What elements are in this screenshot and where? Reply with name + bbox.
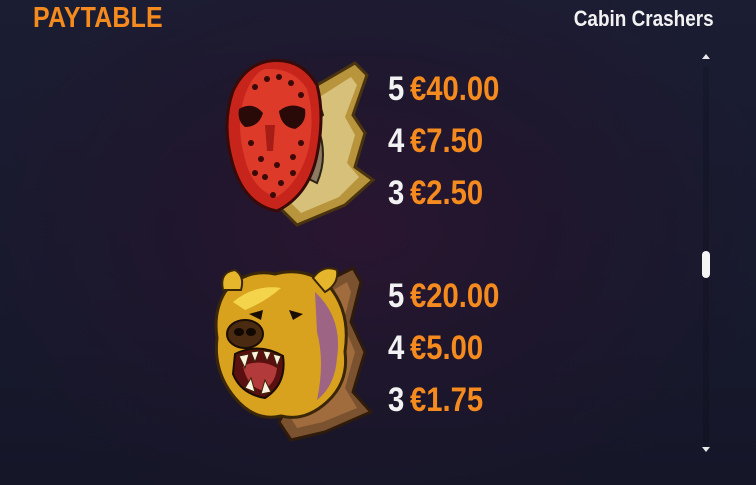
payout-amount: €1.75 <box>410 380 484 419</box>
symbol-count: 4 <box>388 121 405 160</box>
payout-amount: €2.50 <box>410 173 484 212</box>
scroll-thumb[interactable] <box>702 251 710 278</box>
hockey-mask-trophy-icon <box>225 59 376 227</box>
payout-amount: €5.00 <box>410 328 484 367</box>
symbol-row-hockey-mask: 5 €40.00 4 €7.50 3 €2.50 <box>0 55 680 265</box>
payout-line: 3 €1.75 <box>388 374 514 426</box>
paytable-title: PAYTABLE <box>33 2 163 34</box>
payout-amount: €40.00 <box>410 69 500 108</box>
scroll-down-arrow-icon[interactable] <box>702 447 710 452</box>
payout-line: 5 €20.00 <box>388 270 514 322</box>
bear-head-trophy-icon <box>214 266 374 442</box>
payout-list: 5 €40.00 4 €7.50 3 €2.50 <box>388 63 514 219</box>
payout-line: 4 €7.50 <box>388 115 514 167</box>
paytable-scrollbar[interactable] <box>698 48 714 462</box>
game-name: Cabin Crashers <box>574 6 714 31</box>
payout-amount: €20.00 <box>410 276 500 315</box>
symbol-count: 3 <box>388 380 405 419</box>
payout-line: 4 €5.00 <box>388 322 514 374</box>
payout-line: 5 €40.00 <box>388 63 514 115</box>
scroll-up-arrow-icon[interactable] <box>702 54 710 59</box>
payout-line: 3 €2.50 <box>388 167 514 219</box>
symbol-count: 3 <box>388 173 405 212</box>
symbol-row-bear-head: 5 €20.00 4 €5.00 3 €1.75 <box>0 262 680 472</box>
payout-list: 5 €20.00 4 €5.00 3 €1.75 <box>388 270 514 426</box>
symbol-count: 5 <box>388 276 405 315</box>
symbol-count: 5 <box>388 69 405 108</box>
symbol-count: 4 <box>388 328 405 367</box>
payout-amount: €7.50 <box>410 121 484 160</box>
